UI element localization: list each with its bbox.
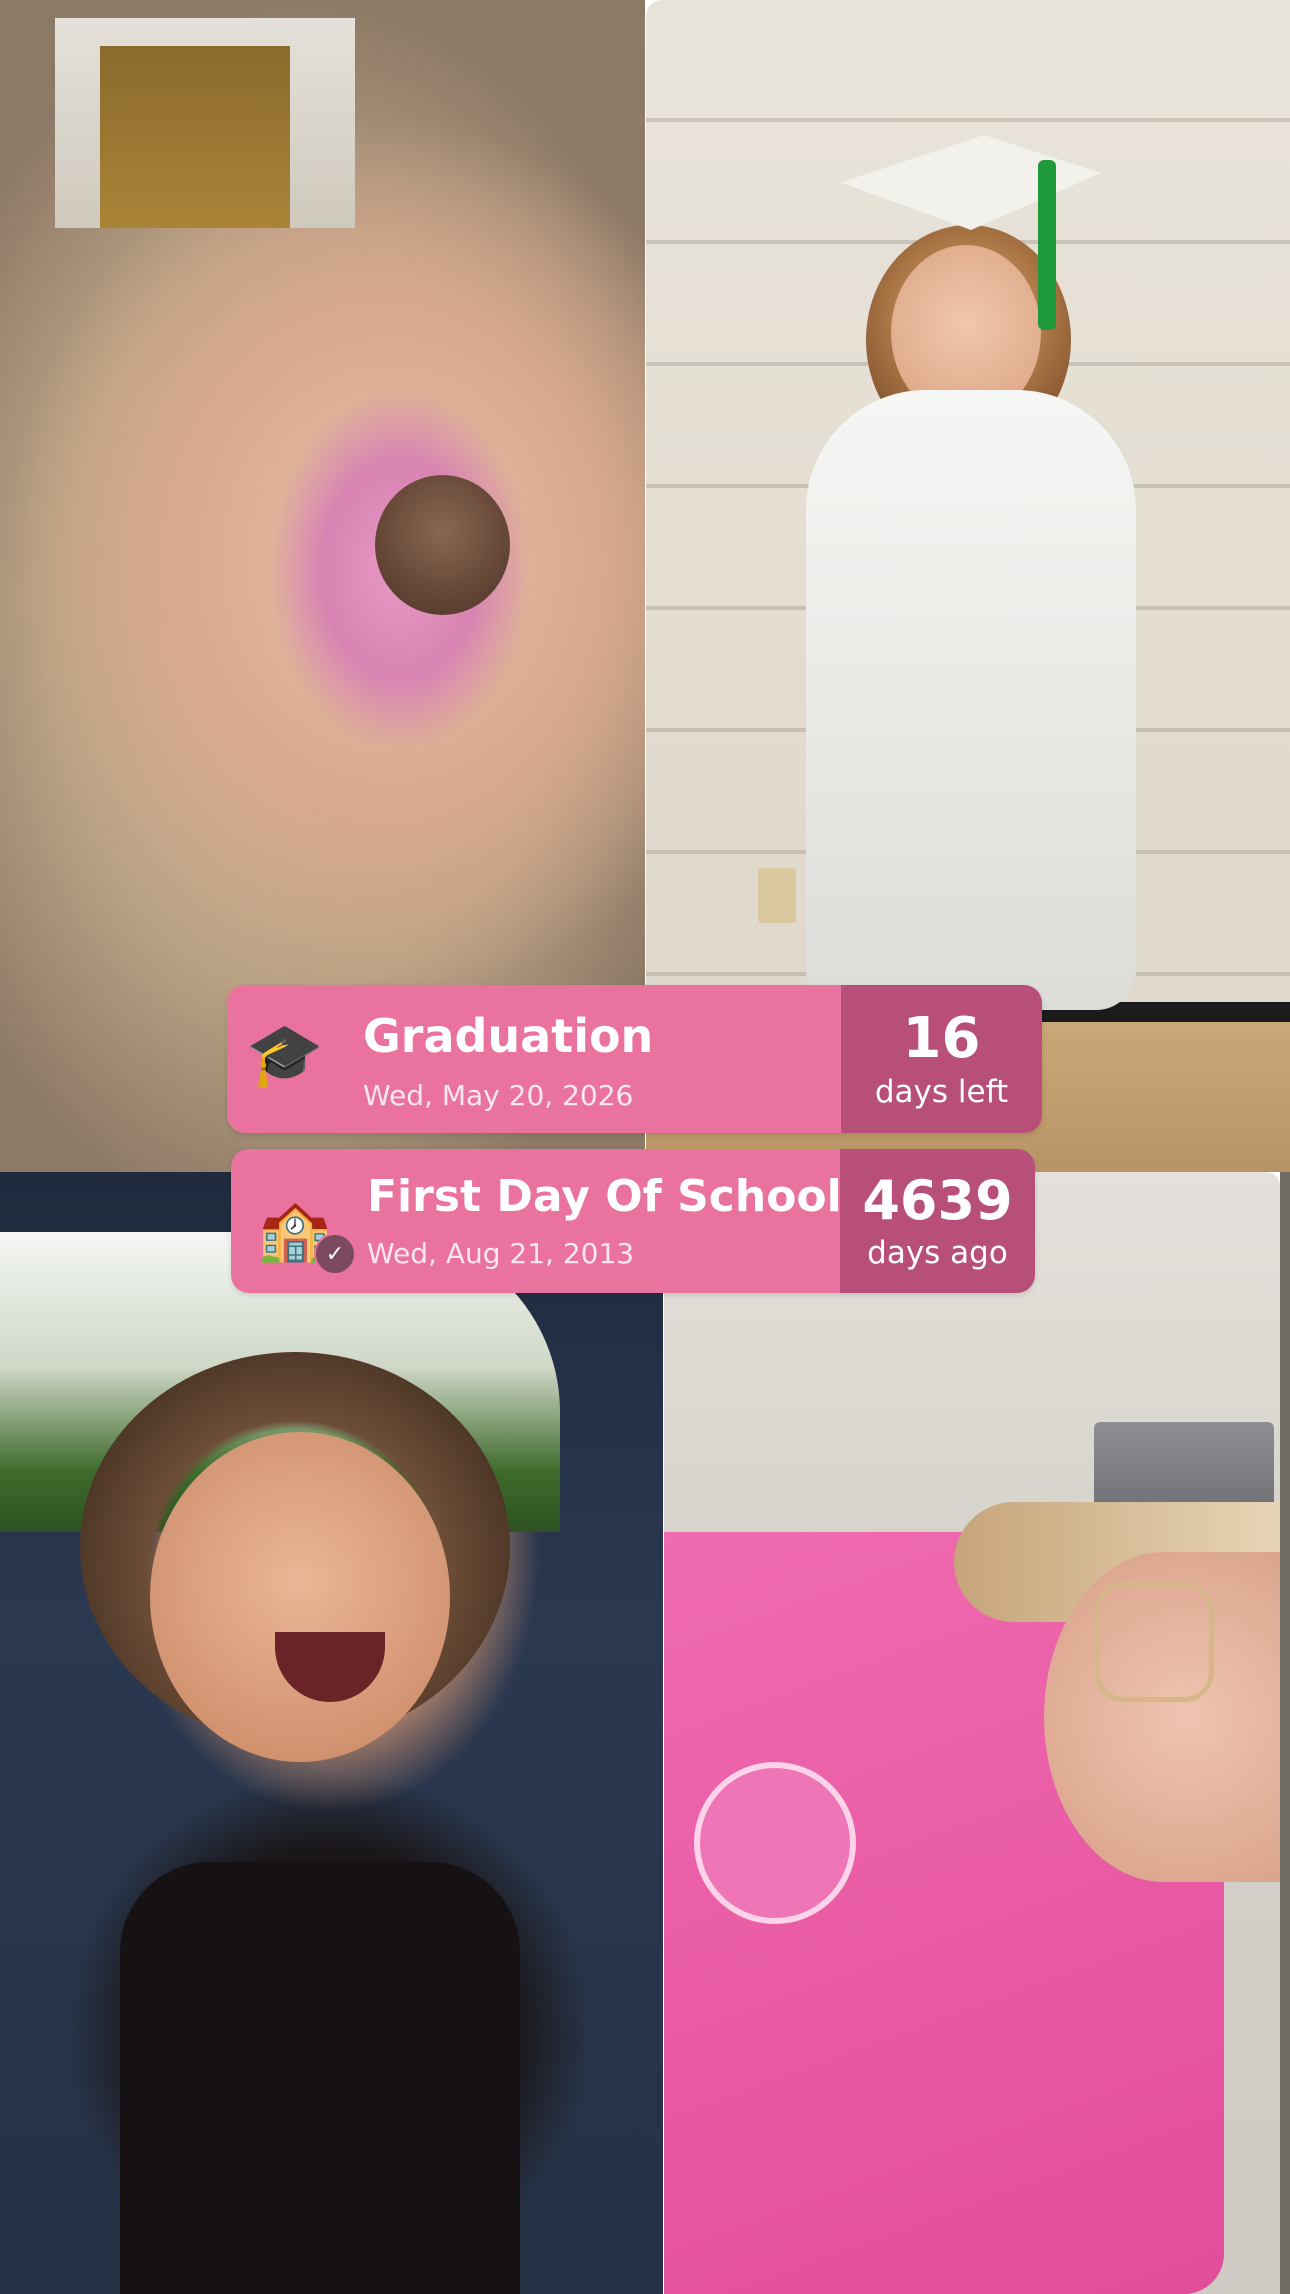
countdown-label: days left [874, 1073, 1009, 1110]
event-title: First Day Of School [367, 1171, 842, 1222]
countdown-counter: 16 days left [841, 985, 1042, 1133]
photo-wall-box [1094, 1422, 1274, 1512]
countdown-widget-first-day-of-school[interactable]: 🏫 ✓ First Day Of School Wed, Aug 21, 201… [231, 1149, 1035, 1293]
countdown-widget-graduation[interactable]: 🎓 Graduation Wed, May 20, 2026 16 days l… [227, 985, 1042, 1133]
countdown-widget-main: 🎓 Graduation Wed, May 20, 2026 [227, 985, 841, 1133]
countdown-number: 16 [902, 1005, 981, 1071]
photo-tank-top [120, 1862, 520, 2294]
event-title: Graduation [363, 1009, 654, 1063]
photo-tassel [1038, 160, 1056, 330]
photo-volleyball-print [694, 1762, 856, 1924]
event-date: Wed, Aug 21, 2013 [367, 1237, 635, 1270]
event-date: Wed, May 20, 2026 [363, 1079, 634, 1112]
photo-glasses [1094, 1582, 1214, 1702]
photo-edge-strip [1280, 1172, 1290, 2294]
photo-graduation-cap [841, 135, 1101, 230]
countdown-counter: 4639 days ago [840, 1149, 1035, 1293]
photo-gown [806, 390, 1136, 1010]
photo-filter-nose [375, 475, 510, 615]
photo-collage-screen: 🎓 Graduation Wed, May 20, 2026 16 days l… [0, 0, 1290, 2294]
countdown-label: days ago [867, 1234, 1008, 1271]
photo-wall-outlet [758, 868, 796, 923]
countdown-number: 4639 [862, 1168, 1013, 1232]
countdown-widget-main: 🏫 ✓ First Day Of School Wed, Aug 21, 201… [231, 1149, 842, 1293]
checkmark-icon: ✓ [314, 1233, 356, 1275]
photo-selfie-pink-shirt[interactable] [664, 1172, 1280, 2294]
photo-child-in-car[interactable] [0, 1172, 663, 2294]
graduation-cap-icon: 🎓 [246, 1020, 324, 1090]
photo-face [150, 1432, 450, 1762]
photo-background-doorway [55, 18, 355, 228]
